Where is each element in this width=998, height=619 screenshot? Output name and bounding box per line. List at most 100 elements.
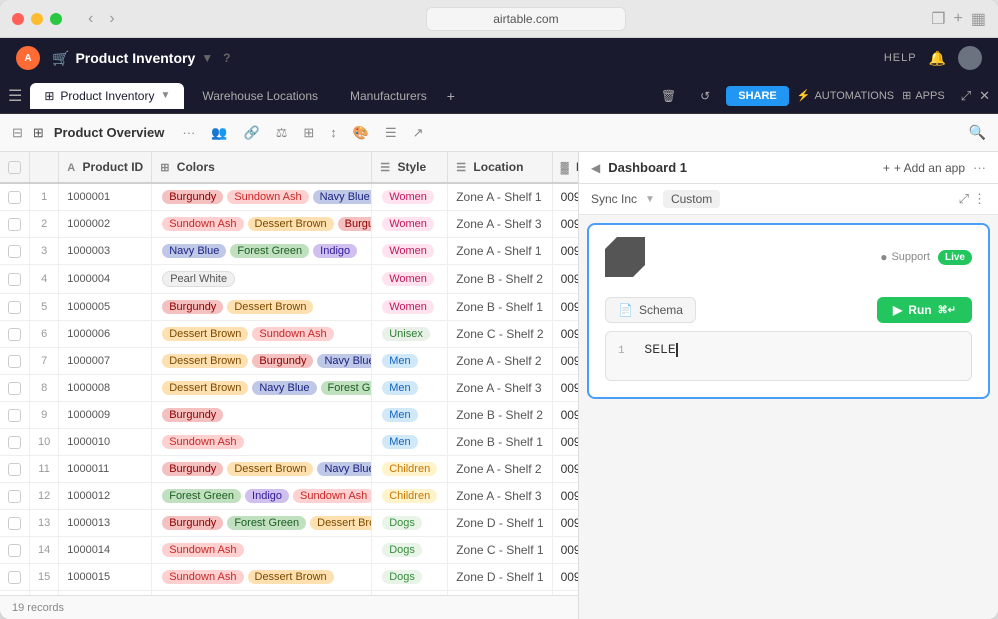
- table-row[interactable]: 61000006Dessert BrownSundown AshUnisexZo…: [0, 321, 578, 348]
- row-checkbox[interactable]: [8, 571, 21, 584]
- colors-cell[interactable]: Pearl White: [152, 265, 372, 294]
- colors-header[interactable]: ⊞ Colors: [152, 152, 372, 183]
- barcode-cell[interactable]: 0094: [552, 402, 578, 429]
- style-cell[interactable]: Unisex: [372, 321, 448, 348]
- row-checkbox[interactable]: [8, 191, 21, 204]
- new-tab-icon[interactable]: +: [954, 10, 963, 28]
- barcode-cell[interactable]: 0092: [552, 183, 578, 211]
- expand-icon[interactable]: ⤢: [961, 88, 971, 104]
- style-cell[interactable]: Men: [372, 429, 448, 456]
- product-id-cell[interactable]: 1000009: [59, 402, 152, 429]
- colors-cell[interactable]: Sundown AshDessert BrownBurgundy: [152, 211, 372, 238]
- barcode-cell[interactable]: 0097: [552, 483, 578, 510]
- collaborators-icon[interactable]: 👥: [207, 123, 231, 143]
- share-icon[interactable]: ❐: [931, 9, 945, 29]
- location-cell[interactable]: Zone C - Shelf 1: [448, 537, 552, 564]
- row-checkbox[interactable]: [8, 355, 21, 368]
- style-cell[interactable]: Women: [372, 183, 448, 211]
- barcode-cell[interactable]: 0097: [552, 348, 578, 375]
- barcode-cell[interactable]: 0095: [552, 321, 578, 348]
- grid-icon[interactable]: ⊞: [299, 123, 318, 143]
- product-id-cell[interactable]: 1000008: [59, 375, 152, 402]
- schema-button[interactable]: 📄 Schema: [605, 297, 696, 323]
- location-cell[interactable]: Zone A - Shelf 3: [448, 483, 552, 510]
- location-cell[interactable]: Zone B - Shelf 2: [448, 265, 552, 294]
- table-row[interactable]: 71000007Dessert BrownBurgundyNavy BlueMe…: [0, 348, 578, 375]
- style-cell[interactable]: Men: [372, 402, 448, 429]
- add-tab-icon[interactable]: +: [447, 88, 455, 104]
- tab-dropdown-icon[interactable]: ▼: [160, 90, 170, 101]
- table-row[interactable]: 51000005BurgundyDessert BrownWomenZone B…: [0, 294, 578, 321]
- product-id-cell[interactable]: 1000005: [59, 294, 152, 321]
- product-id-cell[interactable]: 1000010: [59, 429, 152, 456]
- barcode-cell[interactable]: 0096: [552, 265, 578, 294]
- history-icon[interactable]: ↺: [692, 86, 718, 106]
- location-cell[interactable]: Zone B - Shelf 1: [448, 429, 552, 456]
- barcode-cell[interactable]: 0096: [552, 238, 578, 265]
- table-row[interactable]: 11000001BurgundySundown AshNavy BlueWome…: [0, 183, 578, 211]
- location-cell[interactable]: Zone A - Shelf 1: [448, 238, 552, 265]
- location-cell[interactable]: Zone A - Shelf 3: [448, 375, 552, 402]
- product-id-cell[interactable]: 1000003: [59, 238, 152, 265]
- barcode-cell[interactable]: 0097: [552, 375, 578, 402]
- close-panel-icon[interactable]: ✕: [979, 88, 990, 104]
- style-cell[interactable]: Dogs: [372, 537, 448, 564]
- style-cell[interactable]: Women: [372, 294, 448, 321]
- location-cell[interactable]: Zone C - Shelf 2: [448, 321, 552, 348]
- select-all-checkbox[interactable]: [8, 161, 21, 174]
- table-row[interactable]: 141000014Sundown AshDogsZone C - Shelf 1…: [0, 537, 578, 564]
- location-cell[interactable]: Zone A - Shelf 2: [448, 456, 552, 483]
- row-checkbox[interactable]: [8, 218, 21, 231]
- barcode-cell[interactable]: 0096: [552, 429, 578, 456]
- row-checkbox[interactable]: [8, 436, 21, 449]
- colors-cell[interactable]: Sundown Ash: [152, 537, 372, 564]
- back-icon[interactable]: ‹: [82, 8, 99, 30]
- colors-cell[interactable]: Dessert BrownNavy BlueForest Green: [152, 375, 372, 402]
- colors-cell[interactable]: Sundown AshDessert Brown: [152, 564, 372, 591]
- barcode-cell[interactable]: 0096: [552, 294, 578, 321]
- panel-collapse-icon[interactable]: ◀: [591, 161, 600, 175]
- forward-icon[interactable]: ›: [103, 8, 120, 30]
- barcode-header[interactable]: ▓ Ba...: [552, 152, 578, 183]
- row-checkbox[interactable]: [8, 273, 21, 286]
- table-container[interactable]: A Product ID ⊞ Colors ☰ Style: [0, 152, 578, 595]
- location-cell[interactable]: Zone B - Shelf 2: [448, 402, 552, 429]
- location-cell[interactable]: Zone A - Shelf 1: [448, 183, 552, 211]
- panel-more-icon[interactable]: ···: [973, 160, 986, 175]
- barcode-cell[interactable]: 0096: [552, 211, 578, 238]
- colors-cell[interactable]: Dessert BrownBurgundyNavy Blue: [152, 348, 372, 375]
- color-icon[interactable]: 🎨: [349, 123, 373, 143]
- view-name[interactable]: Product Overview: [54, 125, 165, 140]
- location-cell[interactable]: Zone A - Shelf 2: [448, 348, 552, 375]
- row-checkbox[interactable]: [8, 490, 21, 503]
- minimize-button[interactable]: [31, 13, 43, 25]
- url-bar[interactable]: airtable.com: [426, 7, 626, 31]
- tab-manufacturers[interactable]: Manufacturers: [336, 83, 441, 109]
- fields-icon[interactable]: ☰: [381, 123, 401, 143]
- custom-button[interactable]: Custom: [663, 190, 720, 208]
- table-row[interactable]: 41000004Pearl WhiteWomenZone B - Shelf 2…: [0, 265, 578, 294]
- product-id-cell[interactable]: 1000006: [59, 321, 152, 348]
- maximize-button[interactable]: [50, 13, 62, 25]
- product-id-cell[interactable]: 1000012: [59, 483, 152, 510]
- table-row[interactable]: 121000012Forest GreenIndigoSundown AshCh…: [0, 483, 578, 510]
- automations-button[interactable]: ⚡ AUTOMATIONS: [797, 89, 894, 102]
- table-row[interactable]: 151000015Sundown AshDessert BrownDogsZon…: [0, 564, 578, 591]
- filter-icon[interactable]: ⚖: [272, 123, 292, 143]
- link-icon[interactable]: 🔗: [240, 123, 264, 143]
- table-row[interactable]: 111000011BurgundyDessert BrownNavy BlueC…: [0, 456, 578, 483]
- style-cell[interactable]: Men: [372, 375, 448, 402]
- code-editor[interactable]: 1 SELE: [605, 331, 972, 381]
- bell-icon[interactable]: 🔔: [929, 50, 946, 67]
- style-cell[interactable]: Children: [372, 456, 448, 483]
- share-button[interactable]: SHARE: [726, 86, 789, 106]
- barcode-cell[interactable]: 0097: [552, 510, 578, 537]
- product-id-cell[interactable]: 1000002: [59, 211, 152, 238]
- share-view-icon[interactable]: ↗: [409, 123, 428, 143]
- location-cell[interactable]: Zone D - Shelf 1: [448, 510, 552, 537]
- table-row[interactable]: 101000010Sundown AshMenZone B - Shelf 10…: [0, 429, 578, 456]
- location-header[interactable]: ☰ Location: [448, 152, 552, 183]
- windows-icon[interactable]: ▦: [971, 9, 986, 29]
- search-button[interactable]: 🔍: [969, 124, 986, 141]
- location-cell[interactable]: Zone B - Shelf 1: [448, 294, 552, 321]
